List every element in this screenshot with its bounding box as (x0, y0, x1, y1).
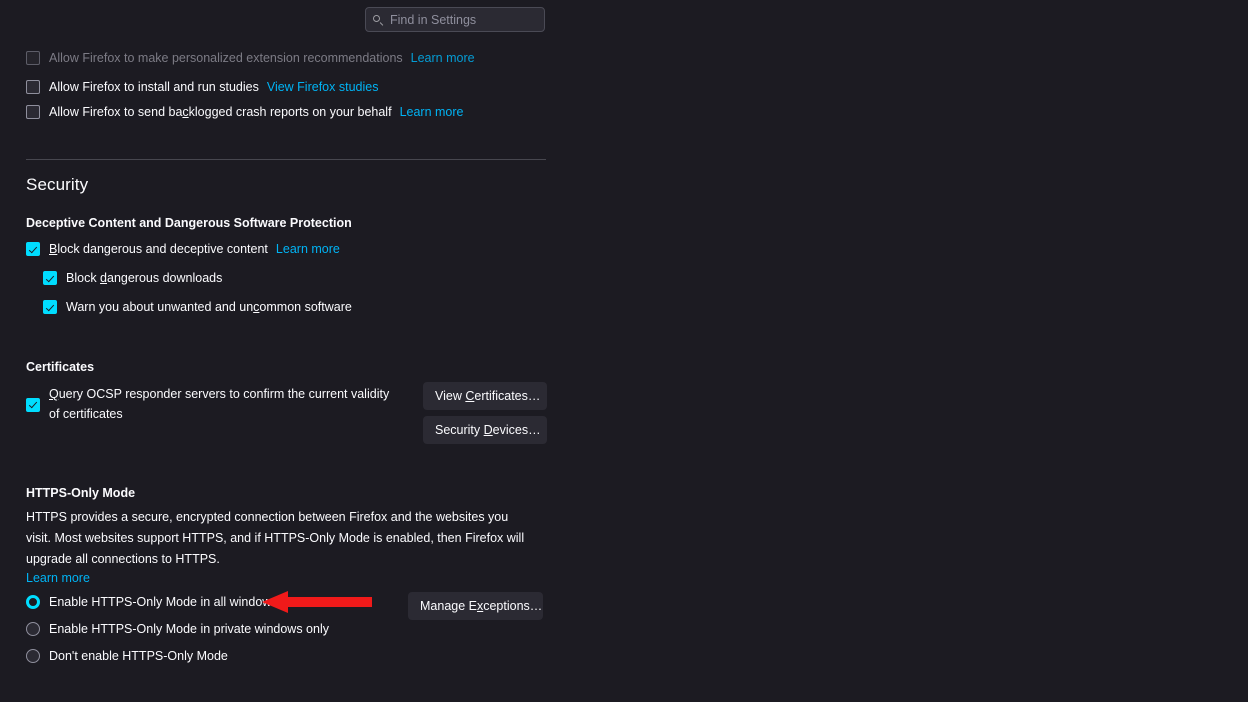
link-learn-more-deceptive-content[interactable]: Learn more (276, 241, 340, 257)
security-devices-button[interactable]: Security Devices… (423, 416, 547, 444)
radio-label-https-all-windows: Enable HTTPS-Only Mode in all windows (49, 594, 278, 610)
link-learn-more-extension-recommendations[interactable]: Learn more (411, 50, 475, 66)
checkbox-backlogged-crash-reports[interactable] (26, 105, 40, 119)
radio-https-all-windows[interactable] (26, 595, 40, 609)
checkbox-label-backlogged-crash-reports: Allow Firefox to send backlogged crash r… (49, 104, 392, 120)
radio-label-https-private-windows: Enable HTTPS-Only Mode in private window… (49, 621, 329, 637)
link-learn-more-crash-reports[interactable]: Learn more (400, 104, 464, 120)
view-certificates-button[interactable]: View Certificates… (423, 382, 547, 410)
red-arrow-annotation (262, 591, 372, 613)
checkbox-row-extension-recommendations[interactable]: Allow Firefox to make personalized exten… (26, 50, 475, 66)
page-title-security: Security (26, 175, 88, 195)
checkbox-label-warn-uncommon-software: Warn you about unwanted and uncommon sof… (66, 299, 352, 315)
checkbox-extension-recommendations[interactable] (26, 51, 40, 65)
link-learn-more-https-only[interactable]: Learn more (26, 571, 90, 585)
checkbox-row-block-dangerous-downloads[interactable]: Block dangerous downloads (43, 270, 222, 286)
search-input[interactable] (390, 13, 551, 27)
section-divider (26, 159, 546, 160)
checkbox-row-backlogged-crash-reports[interactable]: Allow Firefox to send backlogged crash r… (26, 104, 464, 120)
checkbox-label-block-dangerous-downloads: Block dangerous downloads (66, 270, 222, 286)
https-only-description: HTTPS provides a secure, encrypted conne… (26, 507, 536, 570)
link-view-firefox-studies[interactable]: View Firefox studies (267, 79, 379, 95)
checkbox-block-dangerous-downloads[interactable] (43, 271, 57, 285)
subsection-heading-deceptive-content: Deceptive Content and Dangerous Software… (26, 216, 352, 230)
subsection-heading-certificates: Certificates (26, 360, 94, 374)
checkbox-block-dangerous-content[interactable] (26, 242, 40, 256)
radio-https-private-windows[interactable] (26, 622, 40, 636)
checkbox-row-block-dangerous-content[interactable]: Block dangerous and deceptive content Le… (26, 241, 340, 257)
radio-label-https-disabled: Don't enable HTTPS-Only Mode (49, 648, 228, 664)
checkbox-install-run-studies[interactable] (26, 80, 40, 94)
checkbox-row-warn-uncommon-software[interactable]: Warn you about unwanted and uncommon sof… (43, 299, 352, 315)
checkbox-label-extension-recommendations: Allow Firefox to make personalized exten… (49, 50, 403, 66)
manage-exceptions-button[interactable]: Manage Exceptions… (408, 592, 543, 620)
radio-row-https-disabled[interactable]: Don't enable HTTPS-Only Mode (26, 648, 228, 664)
subsection-heading-https-only-mode: HTTPS-Only Mode (26, 486, 135, 500)
checkbox-query-ocsp[interactable] (26, 398, 40, 412)
checkbox-row-install-run-studies[interactable]: Allow Firefox to install and run studies… (26, 79, 378, 95)
checkbox-label-install-run-studies: Allow Firefox to install and run studies (49, 79, 259, 95)
checkbox-warn-uncommon-software[interactable] (43, 300, 57, 314)
checkbox-label-block-dangerous-content: Block dangerous and deceptive content (49, 241, 268, 257)
radio-row-https-all-windows[interactable]: Enable HTTPS-Only Mode in all windows (26, 594, 278, 610)
radio-https-disabled[interactable] (26, 649, 40, 663)
radio-row-https-private-windows[interactable]: Enable HTTPS-Only Mode in private window… (26, 621, 329, 637)
checkbox-row-query-ocsp[interactable]: Query OCSP responder servers to confirm … (26, 384, 394, 424)
checkbox-label-query-ocsp: Query OCSP responder servers to confirm … (49, 384, 394, 424)
search-settings-box[interactable] (365, 7, 545, 32)
search-icon (372, 14, 384, 26)
